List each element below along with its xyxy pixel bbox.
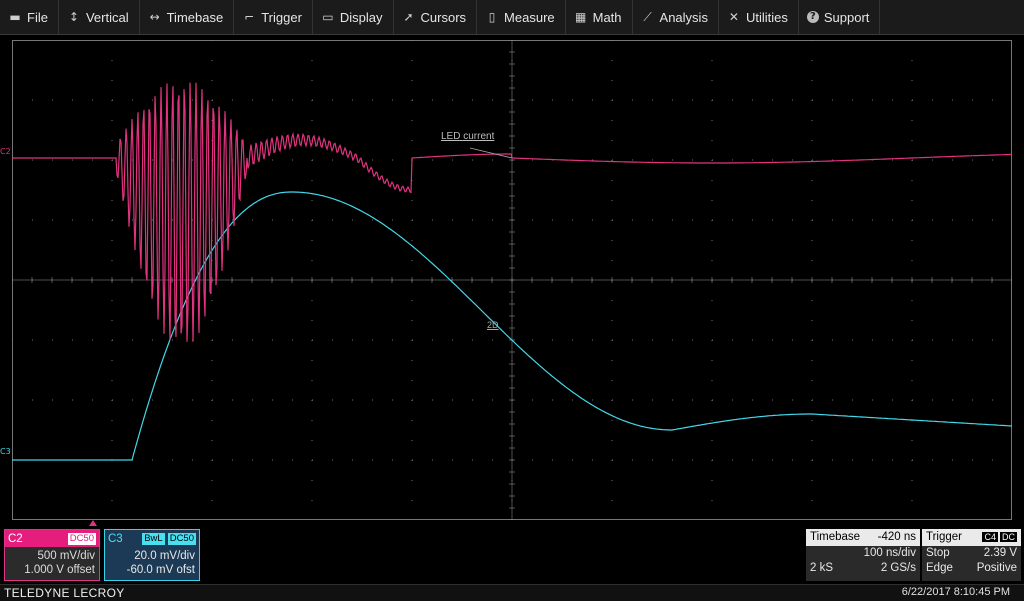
menu-bar: ▬ File ↕ Vertical ↔ Timebase ⌐ Trigger ▭ Display ➚… xyxy=(0,0,1024,35)
menu-label: Vertical xyxy=(85,9,129,25)
annotation-leader xyxy=(469,147,513,159)
trigger-title: Trigger xyxy=(926,531,962,543)
menu-trigger[interactable]: ⌐ Trigger xyxy=(234,0,313,34)
c3-ground-label[interactable]: C3 xyxy=(0,447,11,456)
trigger-level: 2.39 V xyxy=(983,547,1017,559)
waveform-display[interactable]: LED current 2D xyxy=(12,40,1012,526)
c2-ground-label[interactable]: C2 xyxy=(0,147,11,156)
menu-label: Timebase xyxy=(166,9,224,25)
menu-math[interactable]: ▦ Math xyxy=(566,0,633,34)
c2-offset: 1.000 V offset xyxy=(24,564,95,576)
date-time: 6/22/2017 8:10:45 PM xyxy=(901,586,1010,598)
menu-label: Trigger xyxy=(261,9,302,25)
trigger-slope: Positive xyxy=(976,562,1017,574)
trigger-mode: Stop xyxy=(926,547,950,559)
menu-label: Math xyxy=(592,9,622,25)
status-bar: TELEDYNE LECROY 6/22/2017 8:10:45 PM xyxy=(0,584,1024,601)
file-icon: ▬ xyxy=(9,10,21,24)
menu-label: Utilities xyxy=(745,9,788,25)
help-icon: ? xyxy=(806,11,819,23)
menu-vertical[interactable]: ↕ Vertical xyxy=(59,0,140,34)
c3-name: C3 xyxy=(108,532,123,545)
trigger-icon: ⌐ xyxy=(244,10,255,24)
trigger-coupling-badge: DC xyxy=(1000,532,1017,542)
c3-bwl-badge: BwL xyxy=(142,532,165,545)
menu-label: Measure xyxy=(504,9,555,25)
menu-label: Analysis xyxy=(659,9,708,25)
trigger-type: Edge xyxy=(926,562,953,574)
horizontal-arrows-icon: ↔ xyxy=(149,10,160,24)
c3-trace-marker: 2D xyxy=(487,320,499,330)
menu-measure[interactable]: ▯ Measure xyxy=(477,0,566,34)
timebase-title: Timebase xyxy=(810,531,861,543)
trigger-descriptor[interactable]: Trigger C4 DC Stop 2.39 V Edge Positive xyxy=(922,529,1021,581)
trigger-position-marker[interactable] xyxy=(89,520,97,526)
timebase-descriptor[interactable]: Timebase -420 ns 100 ns/div 2 kS 2 GS/s xyxy=(806,529,920,581)
menu-label: Display xyxy=(339,9,383,25)
menu-display[interactable]: ▭ Display xyxy=(313,0,394,34)
menu-analysis[interactable]: ⟋ Analysis xyxy=(633,0,719,34)
vertical-arrows-icon: ↕ xyxy=(68,10,79,24)
menu-utilities[interactable]: ✕ Utilities xyxy=(719,0,799,34)
analysis-icon: ⟋ xyxy=(643,9,652,24)
timebase-samples: 2 kS xyxy=(810,562,834,574)
descriptor-bar: C2 DC50 500 mV/div 1.000 V offset C3 BwL… xyxy=(0,529,1024,583)
menu-file[interactable]: ▬ File xyxy=(0,0,59,34)
c2-descriptor[interactable]: C2 DC50 500 mV/div 1.000 V offset xyxy=(4,529,100,581)
menu-label: Support xyxy=(823,9,870,25)
cursor-icon: ➚ xyxy=(403,10,414,24)
timebase-rate: 2 GS/s xyxy=(880,562,916,574)
menu-label: File xyxy=(27,9,48,25)
c2-coupling-badge: DC50 xyxy=(67,532,96,545)
waveform-grid xyxy=(12,40,1012,520)
menu-label: Cursors xyxy=(420,9,467,25)
brand-logo: TELEDYNE LECROY xyxy=(4,586,125,600)
led-current-annotation[interactable]: LED current xyxy=(441,131,494,142)
measure-icon: ▯ xyxy=(488,10,496,24)
trigger-source-badge: C4 xyxy=(982,532,998,542)
menu-timebase[interactable]: ↔ Timebase xyxy=(140,0,235,34)
c2-name: C2 xyxy=(8,532,23,545)
c3-offset: -60.0 mV ofst xyxy=(126,564,195,576)
c3-descriptor[interactable]: C3 BwL DC50 20.0 mV/div -60.0 mV ofst xyxy=(104,529,200,581)
c3-scale: 20.0 mV/div xyxy=(134,550,195,562)
menu-support[interactable]: ? Support xyxy=(799,0,881,34)
c2-scale: 500 mV/div xyxy=(37,550,95,562)
menu-cursors[interactable]: ➚ Cursors xyxy=(394,0,478,34)
tools-icon: ✕ xyxy=(728,10,739,24)
calculator-icon: ▦ xyxy=(574,10,587,24)
timebase-scale: 100 ns/div xyxy=(863,547,916,559)
display-icon: ▭ xyxy=(322,10,334,24)
timebase-delay: -420 ns xyxy=(877,531,916,543)
c3-coupling-badge: DC50 xyxy=(167,532,196,545)
